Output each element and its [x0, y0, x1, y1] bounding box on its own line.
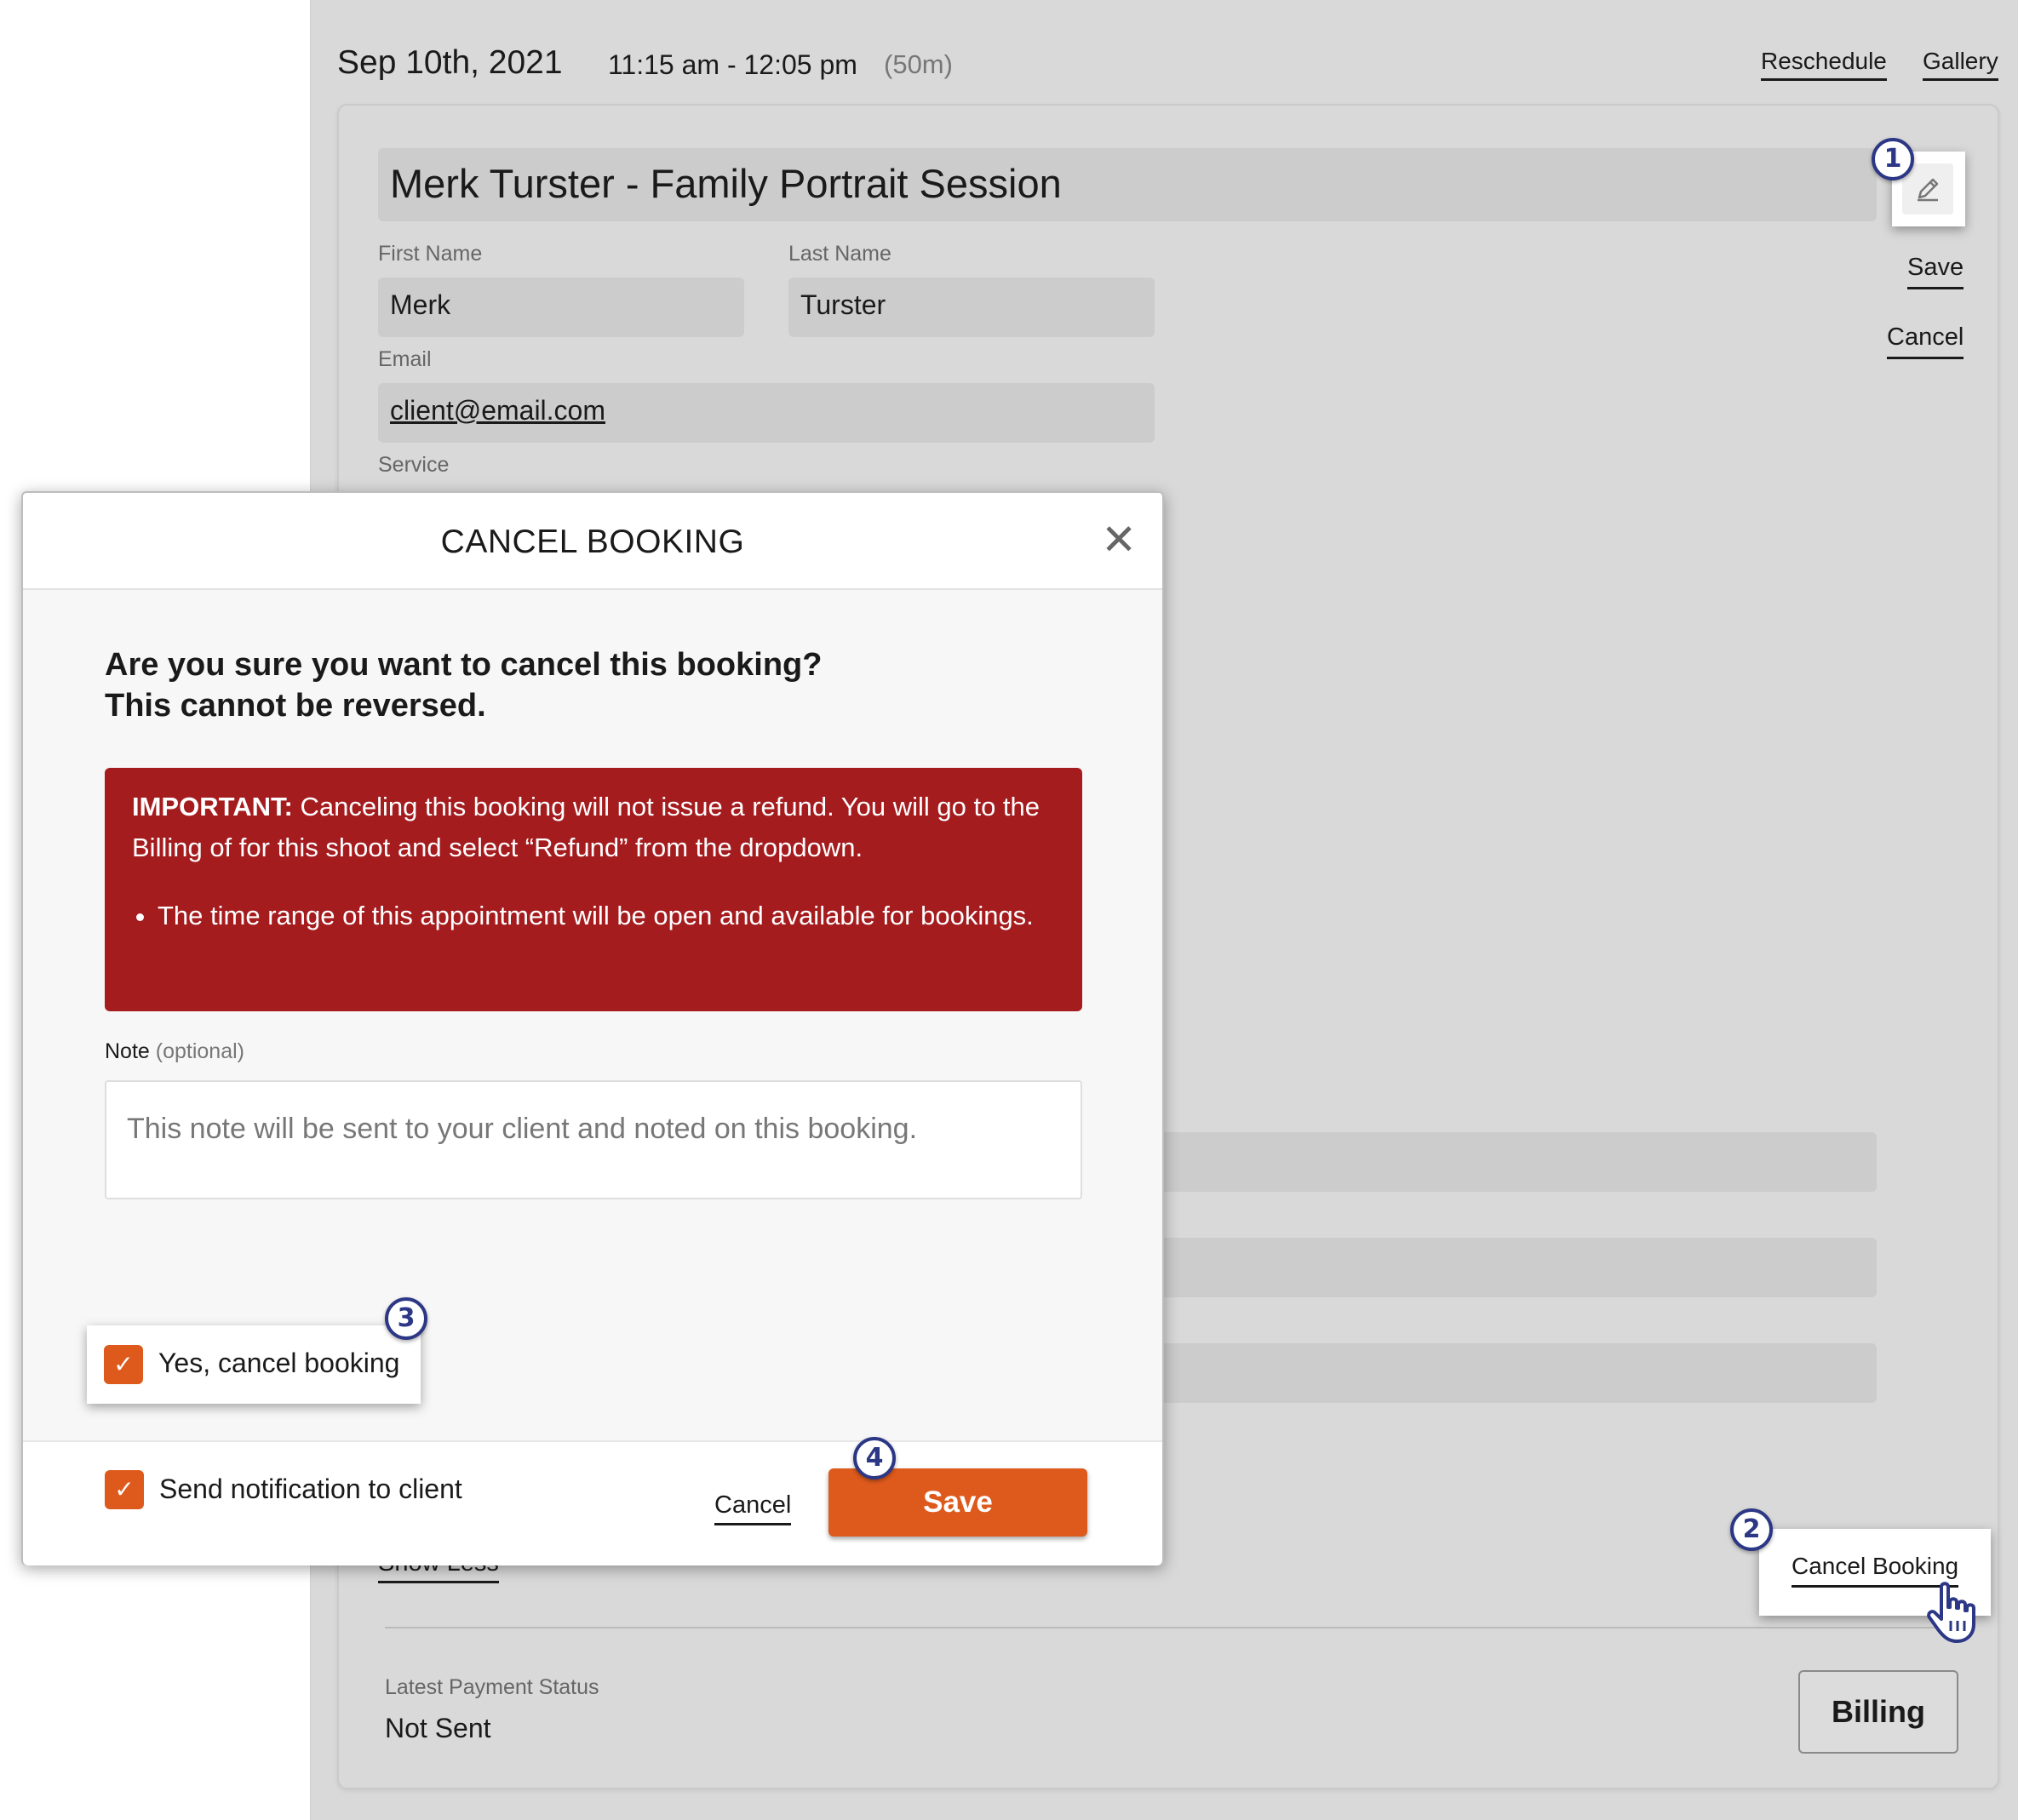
warning-text: IMPORTANT: Canceling this booking will n… — [132, 787, 1055, 868]
booking-title-field[interactable]: Merk Turster - Family Portrait Session — [378, 148, 1877, 221]
save-button[interactable]: Save — [828, 1468, 1087, 1537]
first-name-field[interactable]: Merk — [378, 278, 744, 337]
step-badge-1: 1 — [1872, 138, 1914, 180]
payment-status-label: Latest Payment Status — [385, 1675, 599, 1699]
hand-pointer-icon — [1927, 1582, 1975, 1643]
email-field[interactable]: client@email.com — [378, 383, 1155, 443]
cancel-booking-modal: CANCEL BOOKING ✕ Are you sure you want t… — [21, 491, 1164, 1565]
warning-strong: IMPORTANT: — [132, 792, 293, 821]
note-textarea[interactable]: This note will be sent to your client an… — [105, 1080, 1082, 1199]
step-badge-4: 4 — [853, 1437, 896, 1479]
notify-label[interactable]: Send notification to client — [159, 1474, 462, 1505]
warning-bullet: The time range of this appointment will … — [158, 896, 1055, 936]
modal-cancel-button[interactable]: Cancel — [714, 1491, 792, 1525]
confirm-label[interactable]: Yes, cancel booking — [158, 1348, 399, 1379]
reschedule-link[interactable]: Reschedule — [1761, 48, 1887, 81]
billing-button[interactable]: Billing — [1798, 1670, 1958, 1754]
question-line-2: This cannot be reversed. — [105, 688, 486, 724]
modal-title: CANCEL BOOKING — [440, 524, 745, 560]
save-link[interactable]: Save — [1907, 254, 1964, 289]
question-line-1: Are you sure you want to cancel this boo… — [105, 647, 823, 683]
close-icon[interactable]: ✕ — [1101, 515, 1137, 564]
note-label: Note (optional) — [105, 1039, 244, 1064]
step-badge-3: 3 — [385, 1297, 427, 1340]
booking-duration: (50m) — [884, 49, 953, 79]
note-label-text: Note — [105, 1039, 150, 1063]
note-optional: (optional) — [155, 1039, 244, 1063]
gallery-link[interactable]: Gallery — [1923, 48, 1998, 81]
ghost-field — [1107, 1343, 1877, 1403]
first-name-label: First Name — [378, 242, 483, 266]
last-name-field[interactable]: Turster — [788, 278, 1155, 337]
step-badge-2: 2 — [1730, 1508, 1773, 1551]
ghost-field — [1107, 1132, 1877, 1192]
payment-status-value: Not Sent — [385, 1713, 491, 1743]
divider — [385, 1627, 1962, 1628]
email-label: Email — [378, 347, 432, 371]
ghost-field — [1107, 1238, 1877, 1297]
check-icon: ✓ — [105, 1470, 144, 1509]
confirm-checkbox[interactable]: ✓ — [104, 1345, 143, 1384]
check-icon: ✓ — [104, 1345, 143, 1384]
booking-date: Sep 10th, 2021 — [337, 44, 563, 81]
cancel-link[interactable]: Cancel — [1887, 323, 1964, 359]
confirmation-question: Are you sure you want to cancel this boo… — [105, 644, 822, 726]
service-label: Service — [378, 453, 450, 477]
confirm-checkbox-callout: ✓ Yes, cancel booking — [87, 1325, 421, 1404]
last-name-label: Last Name — [788, 242, 891, 266]
booking-time: 11:15 am - 12:05 pm — [608, 49, 857, 80]
notify-checkbox[interactable]: ✓ — [105, 1470, 144, 1509]
refund-warning: IMPORTANT: Canceling this booking will n… — [105, 768, 1082, 1011]
